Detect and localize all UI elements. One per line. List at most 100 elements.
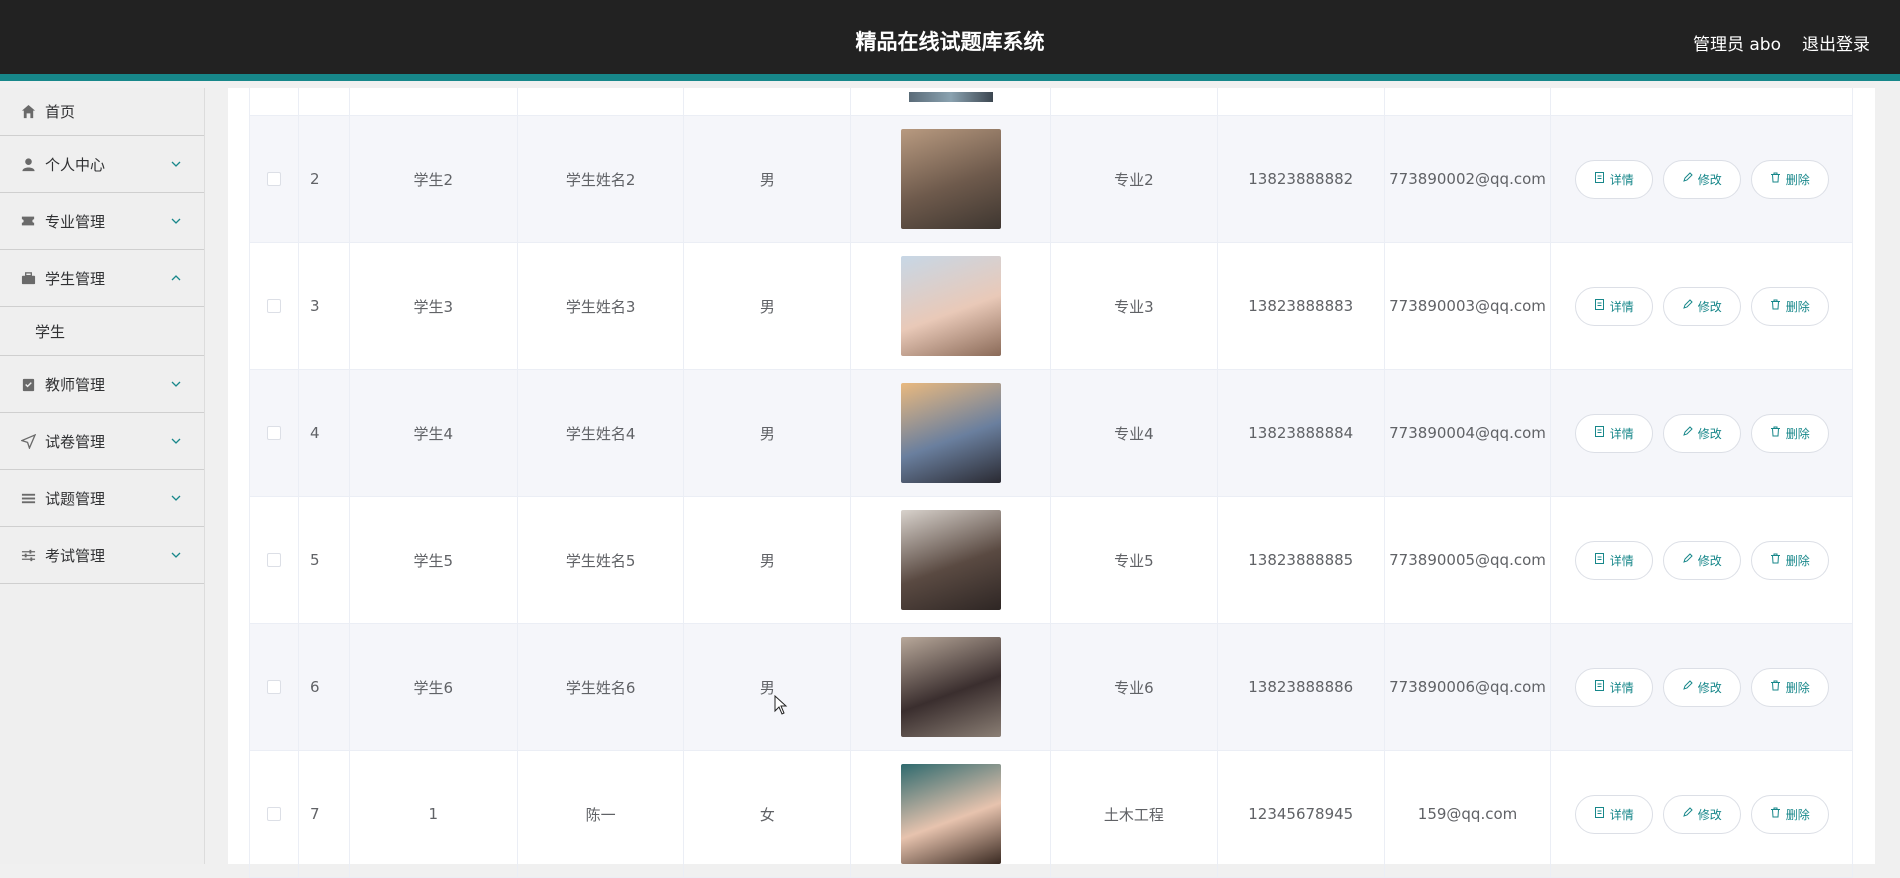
detail-button[interactable]: 详情 (1574, 794, 1653, 834)
home-icon (20, 104, 36, 120)
sidebar-item-students[interactable]: 学生管理 (0, 250, 204, 307)
row-checkbox[interactable] (266, 807, 281, 821)
sidebar-item-questions[interactable]: 试题管理 (0, 470, 204, 527)
sidebar-item-label: 试题管理 (45, 489, 106, 508)
table-row: 2 学生2 学生姓名2 男 专业2 13823888882 773890002@qq.com… (250, 116, 1852, 243)
row-actions: 详情 修改 删除 (1551, 370, 1852, 496)
student-email: 773890006@qq.com (1385, 624, 1552, 750)
sidebar-item-papers[interactable]: 试卷管理 (0, 413, 204, 470)
delete-button-label: 删除 (1785, 553, 1810, 568)
delete-button[interactable]: 删除 (1750, 286, 1829, 326)
student-photo (900, 637, 1001, 737)
delete-button[interactable]: 删除 (1750, 667, 1829, 707)
sidebar-item-label: 专业管理 (45, 212, 106, 231)
edit-button[interactable]: 修改 (1662, 667, 1741, 707)
detail-button[interactable]: 详情 (1574, 667, 1653, 707)
row-checkbox[interactable] (266, 299, 281, 313)
sidebar-item-label: 试卷管理 (45, 432, 106, 451)
mouse-cursor-icon (774, 695, 788, 715)
student-major: 专业2 (1051, 116, 1218, 242)
current-user: 管理员 abo (1692, 35, 1781, 55)
edit-button[interactable]: 修改 (1662, 540, 1741, 580)
chevron-down-icon (171, 438, 181, 444)
student-photo (900, 383, 1001, 483)
student-name: 学生姓名2 (518, 116, 685, 242)
document-icon (1594, 299, 1605, 313)
row-index: 6 (299, 624, 350, 750)
trash-icon (1770, 807, 1781, 821)
student-email: 773890004@qq.com (1385, 370, 1552, 496)
edit-icon (1682, 172, 1693, 186)
student-name: 学生姓名4 (518, 370, 685, 496)
edit-button-label: 修改 (1697, 553, 1722, 568)
edit-icon (1682, 680, 1693, 694)
delete-button[interactable]: 删除 (1750, 794, 1829, 834)
detail-button-label: 详情 (1609, 680, 1634, 695)
detail-button[interactable]: 详情 (1574, 286, 1653, 326)
student-major: 专业3 (1051, 243, 1218, 369)
delete-button-label: 删除 (1785, 299, 1810, 314)
sidebar-item-major[interactable]: 专业管理 (0, 193, 204, 250)
edit-button-label: 修改 (1697, 299, 1722, 314)
student-phone: 13823888883 (1218, 243, 1385, 369)
detail-button[interactable]: 详情 (1574, 159, 1653, 199)
edit-button[interactable]: 修改 (1662, 794, 1741, 834)
student-email: 773890003@qq.com (1385, 243, 1552, 369)
student-number: 学生2 (350, 116, 518, 242)
row-actions: 详情 修改 删除 (1551, 624, 1852, 750)
row-checkbox[interactable] (266, 172, 281, 186)
delete-button-label: 删除 (1785, 680, 1810, 695)
delete-button[interactable]: 删除 (1750, 413, 1829, 453)
sidebar-item-exams[interactable]: 考试管理 (0, 527, 204, 584)
detail-button-label: 详情 (1609, 807, 1634, 822)
student-name: 学生姓名6 (518, 624, 685, 750)
row-checkbox[interactable] (266, 553, 281, 567)
row-checkbox[interactable] (266, 680, 281, 694)
student-sex: 男 (684, 370, 852, 496)
sidebar: 首页 个人中心 专业管理 学生管理 学生 教师管理 试卷管理 试题管理 考试管理 (0, 88, 205, 864)
row-index: 7 (299, 751, 350, 877)
detail-button-label: 详情 (1609, 172, 1634, 187)
sidebar-item-home[interactable]: 首页 (0, 88, 204, 136)
student-phone: 13823888882 (1218, 116, 1385, 242)
sliders-icon (20, 547, 36, 563)
row-actions: 详情 修改 删除 (1551, 243, 1852, 369)
document-icon (1594, 426, 1605, 440)
document-icon (1594, 807, 1605, 821)
student-sex: 女 (684, 751, 852, 877)
sidebar-item-teachers[interactable]: 教师管理 (0, 356, 204, 413)
edit-button-label: 修改 (1697, 426, 1722, 441)
top-header: 精品在线试题库系统 管理员 abo 退出登录 (0, 0, 1900, 81)
delete-button-label: 删除 (1785, 172, 1810, 187)
edit-icon (1682, 299, 1693, 313)
sidebar-item-label: 个人中心 (45, 155, 106, 174)
edit-button[interactable]: 修改 (1662, 286, 1741, 326)
trash-icon (1770, 680, 1781, 694)
delete-button[interactable]: 删除 (1750, 540, 1829, 580)
sidebar-item-profile[interactable]: 个人中心 (0, 136, 204, 193)
student-photo (900, 510, 1001, 610)
clipboard-icon (20, 376, 36, 392)
sidebar-subitem-student[interactable]: 学生 (0, 307, 204, 356)
edit-button[interactable]: 修改 (1662, 413, 1741, 453)
student-number: 学生6 (350, 624, 518, 750)
edit-button-label: 修改 (1697, 807, 1722, 822)
table-row: 5 学生5 学生姓名5 男 专业5 13823888885 773890005@qq.com… (250, 497, 1852, 624)
logout-link[interactable]: 退出登录 (1802, 30, 1870, 55)
student-phone: 13823888884 (1218, 370, 1385, 496)
sidebar-item-label: 教师管理 (45, 375, 106, 394)
detail-button[interactable]: 详情 (1574, 540, 1653, 580)
student-major: 专业4 (1051, 370, 1218, 496)
student-number: 1 (350, 751, 518, 877)
detail-button[interactable]: 详情 (1574, 413, 1653, 453)
student-sex: 男 (684, 116, 852, 242)
sidebar-item-label: 首页 (45, 103, 76, 121)
document-icon (1594, 553, 1605, 567)
student-name: 陈一 (518, 751, 685, 877)
student-major: 专业6 (1051, 624, 1218, 750)
trash-icon (1770, 299, 1781, 313)
delete-button[interactable]: 删除 (1750, 159, 1829, 199)
edit-button[interactable]: 修改 (1662, 159, 1741, 199)
student-name: 学生姓名3 (518, 243, 685, 369)
row-checkbox[interactable] (266, 426, 281, 440)
